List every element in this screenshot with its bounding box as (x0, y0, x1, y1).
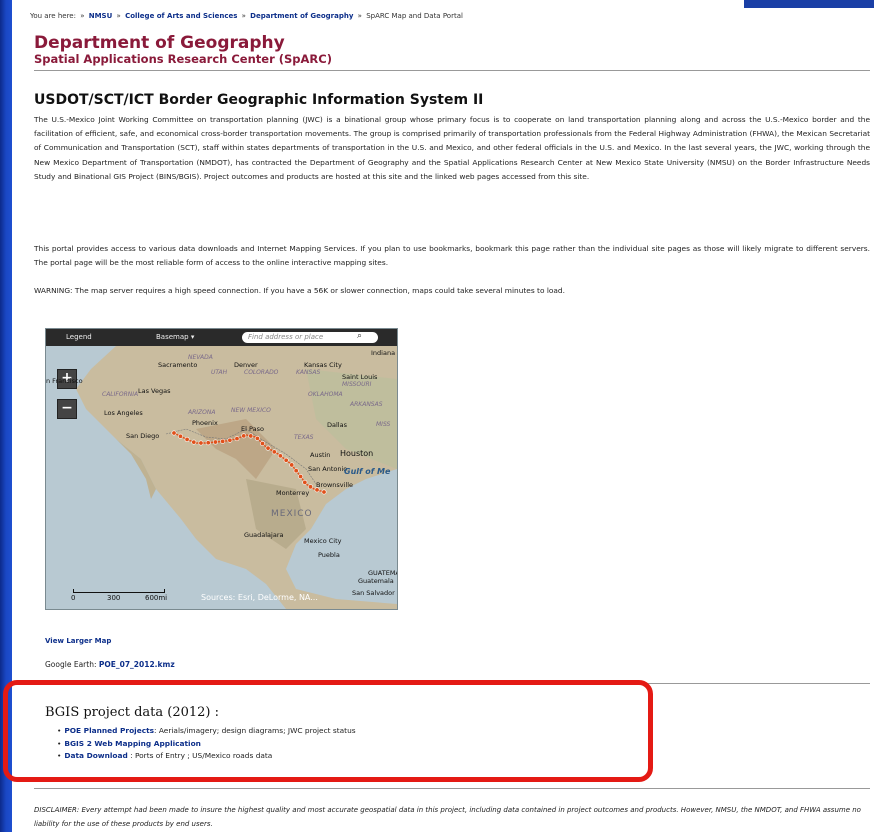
map-label: Dallas (327, 421, 347, 429)
port-of-entry-marker[interactable] (241, 433, 247, 439)
map-label: ARIZONA (188, 409, 216, 416)
highlight-box (3, 680, 653, 782)
scale-tick: 0 (71, 594, 76, 602)
breadcrumb-department[interactable]: Department of Geography (250, 12, 353, 20)
port-of-entry-marker[interactable] (184, 436, 190, 442)
map-label: Los Angeles (104, 409, 143, 417)
zoom-out-button[interactable]: − (57, 399, 77, 419)
map-label: Kansas City (304, 361, 342, 369)
map-label: NEW MEXICO (231, 407, 271, 414)
scale-tick: 600mi (145, 594, 168, 602)
map-label: Monterrey (276, 489, 310, 497)
interactive-map[interactable]: Legend Basemap ▾ Find address or place ⌕… (45, 328, 398, 610)
page-subtitle: Spatial Applications Research Center (Sp… (34, 52, 332, 66)
port-of-entry-marker[interactable] (283, 457, 289, 463)
divider (34, 788, 870, 789)
map-label: Gulf of Me (344, 467, 391, 476)
intro-paragraph: The U.S.-Mexico Joint Working Committee … (34, 115, 870, 181)
map-label: MISSOURI (342, 381, 372, 388)
map-scale-bar: 0 300 600mi (71, 589, 167, 602)
map-label: El Paso (241, 425, 264, 433)
basemap-button[interactable]: Basemap ▾ (156, 333, 194, 341)
map-label: GUATEMALA (368, 569, 397, 577)
map-label: Phoenix (192, 419, 218, 427)
warning-paragraph: WARNING: The map server requires a high … (34, 286, 565, 295)
breadcrumb-current: SpARC Map and Data Portal (366, 12, 463, 20)
port-of-entry-marker[interactable] (277, 453, 283, 459)
map-label: COLORADO (244, 369, 279, 376)
map-label: San Antonio (308, 465, 348, 473)
google-earth-line: Google Earth: POE_07_2012.kmz (45, 660, 175, 669)
port-of-entry-marker[interactable] (205, 440, 211, 446)
disclaimer: DISCLAIMER: Every attempt had been made … (34, 806, 861, 828)
map-label: MISS (376, 421, 391, 428)
map-label: Sacramento (158, 361, 198, 369)
map-label: Brownsville (316, 481, 354, 489)
port-of-entry-marker[interactable] (198, 440, 204, 446)
view-larger-map-link[interactable]: View Larger Map (45, 637, 111, 645)
breadcrumb: You are here: » NMSU » College of Arts a… (30, 12, 463, 20)
port-of-entry-marker[interactable] (265, 445, 271, 451)
map-label: n Francisco (46, 377, 83, 385)
map-toolbar: Legend Basemap ▾ Find address or place ⌕ (46, 329, 397, 346)
top-band (744, 0, 874, 8)
map-label: TEXAS (294, 434, 314, 441)
port-of-entry-marker[interactable] (321, 489, 327, 495)
map-label: San Salvador (352, 589, 395, 597)
map-label: UTAH (211, 369, 228, 376)
section-title: USDOT/SCT/ICT Border Geographic Informat… (34, 92, 484, 108)
port-of-entry-marker[interactable] (234, 436, 240, 442)
map-label: MEXICO (271, 509, 313, 519)
map-label: Austin (310, 451, 331, 459)
portal-paragraph: This portal provides access to various d… (34, 244, 870, 268)
search-icon[interactable]: ⌕ (357, 331, 362, 341)
port-of-entry-marker[interactable] (220, 438, 226, 444)
map-label: Mexico City (304, 537, 342, 545)
port-of-entry-marker[interactable] (302, 479, 308, 485)
google-earth-kmz-link[interactable]: POE_07_2012.kmz (99, 660, 175, 669)
map-label: KANSAS (296, 369, 321, 376)
map-label: Guatemala (358, 577, 394, 585)
map-sources: Sources: Esri, DeLorme, NA... (201, 593, 318, 602)
port-of-entry-marker[interactable] (271, 449, 277, 455)
map-label: Guadalajara (244, 531, 284, 539)
breadcrumb-college[interactable]: College of Arts and Sciences (125, 12, 237, 20)
breadcrumb-nmsu[interactable]: NMSU (89, 12, 113, 20)
map-label: CALIFORNIA (102, 391, 139, 398)
breadcrumb-prefix: You are here: (30, 12, 76, 20)
port-of-entry-marker[interactable] (248, 433, 254, 439)
map-label: Puebla (318, 551, 340, 559)
port-of-entry-marker[interactable] (289, 462, 295, 468)
map-label: Indiana (371, 349, 396, 357)
port-of-entry-marker[interactable] (260, 441, 266, 447)
port-of-entry-marker[interactable] (212, 439, 218, 445)
map-label: ARKANSAS (350, 401, 383, 408)
port-of-entry-marker[interactable] (191, 439, 197, 445)
scale-tick: 300 (107, 594, 121, 602)
map-label: Denver (234, 361, 258, 369)
port-of-entry-marker[interactable] (293, 468, 299, 474)
map-label: OKLAHOMA (308, 391, 343, 398)
page-title: Department of Geography (34, 33, 285, 53)
port-of-entry-marker[interactable] (178, 433, 184, 439)
google-earth-label: Google Earth: (45, 660, 97, 669)
map-label: Houston (340, 449, 374, 458)
map-label: Las Vegas (138, 387, 171, 395)
port-of-entry-marker[interactable] (298, 473, 304, 479)
map-label: NEVADA (188, 354, 213, 361)
divider (34, 70, 870, 71)
legend-button[interactable]: Legend (66, 333, 92, 341)
map-label: San Diego (126, 432, 160, 440)
port-of-entry-marker[interactable] (171, 430, 177, 436)
port-of-entry-marker[interactable] (254, 435, 260, 441)
map-label: Saint Louis (342, 373, 378, 381)
port-of-entry-marker[interactable] (227, 437, 233, 443)
